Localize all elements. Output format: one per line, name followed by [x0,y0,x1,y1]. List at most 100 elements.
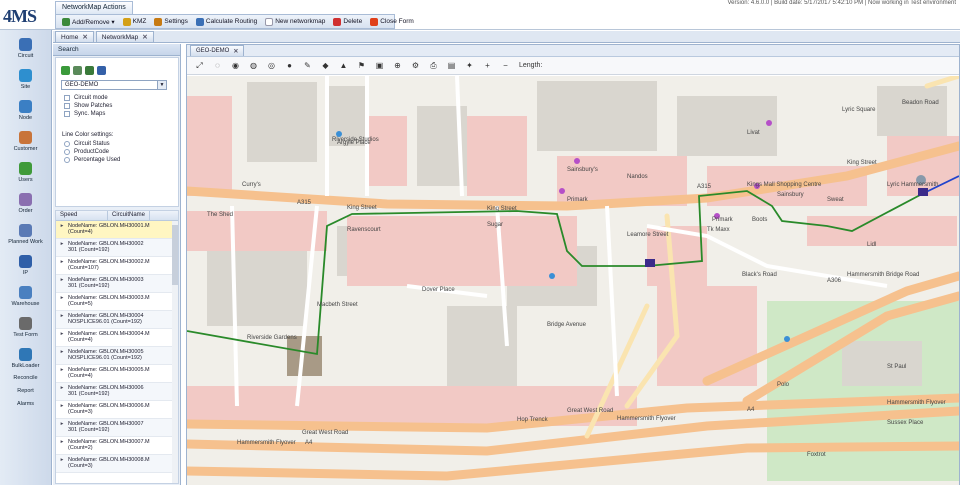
table-row[interactable]: ▸ NodeName: GBLON.MH30007.M (Count=2) [56,437,178,455]
expand-icon[interactable]: ▸ [56,241,68,247]
ribbon-tab[interactable]: NetworkMap Actions [55,1,133,14]
table-row[interactable]: ▸ NodeName: GBLON.MH30004 NOSPLICE96.01 (C… [56,311,178,329]
tab-geo-demo[interactable]: GEO-DEMO ✕ [190,45,245,56]
ribbon-button[interactable]: Delete [330,17,365,26]
ribbon-button[interactable]: Add/Remove ▾ [59,17,118,26]
tools-icon[interactable]: ✦ [465,61,474,70]
expand-icon[interactable]: ▸ [56,403,68,409]
table-row[interactable]: ▸ NodeName: GBLON.MH30002.M (Count=107) [56,257,178,275]
line-color-radio[interactable]: Percentage Used [56,156,178,164]
new-map-icon [265,17,274,26]
network-icon[interactable]: ⚑ [357,61,366,70]
expand-icon[interactable]: ▸ [56,331,68,337]
expand-icon[interactable]: ▸ [56,259,68,265]
expand-icon[interactable]: ▸ [56,385,68,391]
minus-icon[interactable]: − [501,61,510,70]
option-checkbox[interactable]: Sync. Maps [56,110,178,118]
column-header[interactable]: Speed [56,211,108,220]
expand-icon[interactable]: ▸ [56,439,68,445]
settings-icon[interactable]: ⚙ [411,61,420,70]
nav-customer[interactable]: Customer [0,123,51,154]
chevron-down-icon[interactable]: ▼ [157,81,166,89]
table-row[interactable]: ▸ NodeName: GBLON.MH30003.M (Count=5) [56,293,178,311]
table-row[interactable]: ▸ NodeName: GBLON.MH30005 NOSPLICE96.01 (C… [56,347,178,365]
circuit-icon [19,38,32,51]
radio[interactable] [64,149,70,155]
place-label: Primark [712,217,734,223]
export-icon[interactable] [85,66,94,75]
table-row[interactable]: ▸ NodeName: GBLON.MH30008.M (Count=3) [56,455,178,473]
radio[interactable] [64,141,70,147]
nav-text-item[interactable]: Reconcile [0,371,51,384]
checkbox[interactable] [64,111,70,117]
nav-ip[interactable]: IP [0,247,51,278]
nav-users[interactable]: Users [0,154,51,185]
ribbon-button[interactable]: Settings [151,17,191,26]
nav-node[interactable]: Node [0,92,51,123]
nav-warehouse[interactable]: Warehouse [0,278,51,309]
ribbon-button[interactable]: KMZ [120,17,150,26]
ribbon-button[interactable]: Calculate Routing [193,17,260,26]
ribbon-button[interactable]: New networkmap [262,17,328,26]
fullscreen-icon[interactable]: ⤢ [195,61,204,70]
map-select[interactable]: GEO-DEMO ▼ [61,80,167,90]
nav-circuit[interactable]: Circuit [0,30,51,61]
expand-icon[interactable]: ▸ [56,421,68,427]
radio[interactable] [64,157,70,163]
expand-icon[interactable]: ▸ [56,457,68,463]
globe-icon[interactable]: ◍ [249,61,258,70]
map-canvas[interactable]: King Street King Street King Street A315… [187,76,959,485]
draw-icon[interactable]: ✎ [303,61,312,70]
close-icon[interactable]: ✕ [82,33,87,41]
nav-bulkloader[interactable]: BulkLoader [0,340,51,371]
nav-planned-work[interactable]: Planned Work [0,216,51,247]
column-header[interactable]: CircuitName [108,211,151,220]
expand-icon[interactable]: ▸ [56,223,68,229]
plus-icon[interactable]: + [483,61,492,70]
eraser-icon[interactable]: ◆ [321,61,330,70]
ribbon-button[interactable]: Close Form [367,17,417,26]
close-icon[interactable]: ✕ [233,48,238,55]
line-color-radio[interactable]: Circuit Status [56,140,178,148]
tab-home[interactable]: Home ✕ [55,31,94,42]
table-row[interactable]: ▸ NodeName: GBLON.MH30001.M (Count=4) [56,221,178,239]
nav-order[interactable]: Order [0,185,51,216]
expand-icon[interactable]: ▸ [56,349,68,355]
checkbox[interactable] [64,95,70,101]
nav-text-item[interactable]: Alarms [0,397,51,410]
expand-icon[interactable]: ▸ [56,313,68,319]
table-row[interactable]: ▸ NodeName: GBLON.MH30003 301 (Count=192) [56,275,178,293]
grid-scrollbar[interactable] [172,221,178,483]
view-icon[interactable]: ◉ [231,61,240,70]
document-icon[interactable]: ▤ [447,61,456,70]
upload-icon[interactable]: ▲ [339,61,348,70]
refresh-icon[interactable] [73,66,82,75]
tab-networkmap[interactable]: NetworkMap ✕ [95,31,154,42]
nav-site[interactable]: Site [0,61,51,92]
users-icon[interactable] [97,66,106,75]
option-checkbox[interactable]: Circuit mode [56,94,178,102]
expand-icon[interactable]: ▸ [56,367,68,373]
close-icon[interactable]: ✕ [142,33,147,41]
table-row[interactable]: ▸ NodeName: GBLON.MH30006 301 (Count=192) [56,383,178,401]
add-icon[interactable] [61,66,70,75]
hide-icon[interactable]: ◎ [267,61,276,70]
line-color-radio[interactable]: ProductCode [56,148,178,156]
option-checkbox[interactable]: Show Patches [56,102,178,110]
eye-icon[interactable]: ● [285,61,294,70]
database-icon[interactable]: ▣ [375,61,384,70]
table-row[interactable]: ▸ NodeName: GBLON.MH30002 301 (Count=192) [56,239,178,257]
table-row[interactable]: ▸ NodeName: GBLON.MH30006.M (Count=3) [56,401,178,419]
table-row[interactable]: ▸ NodeName: GBLON.MH30005.M (Count=4) [56,365,178,383]
checkbox[interactable] [64,103,70,109]
expand-icon[interactable]: ▸ [56,277,68,283]
nav-text-item[interactable]: Report [0,384,51,397]
target-icon[interactable]: ⊕ [393,61,402,70]
nav-test-form[interactable]: Test Form [0,309,51,340]
expand-icon[interactable]: ▸ [56,295,68,301]
table-row[interactable]: ▸ NodeName: GBLON.MH30007 301 (Count=192) [56,419,178,437]
length-label: Length: [519,62,543,69]
table-row[interactable]: ▸ NodeName: GBLON.MH30004.M (Count=4) [56,329,178,347]
print-icon[interactable]: ⎙ [429,61,438,70]
select-circle-icon[interactable]: ◌ [213,61,222,70]
